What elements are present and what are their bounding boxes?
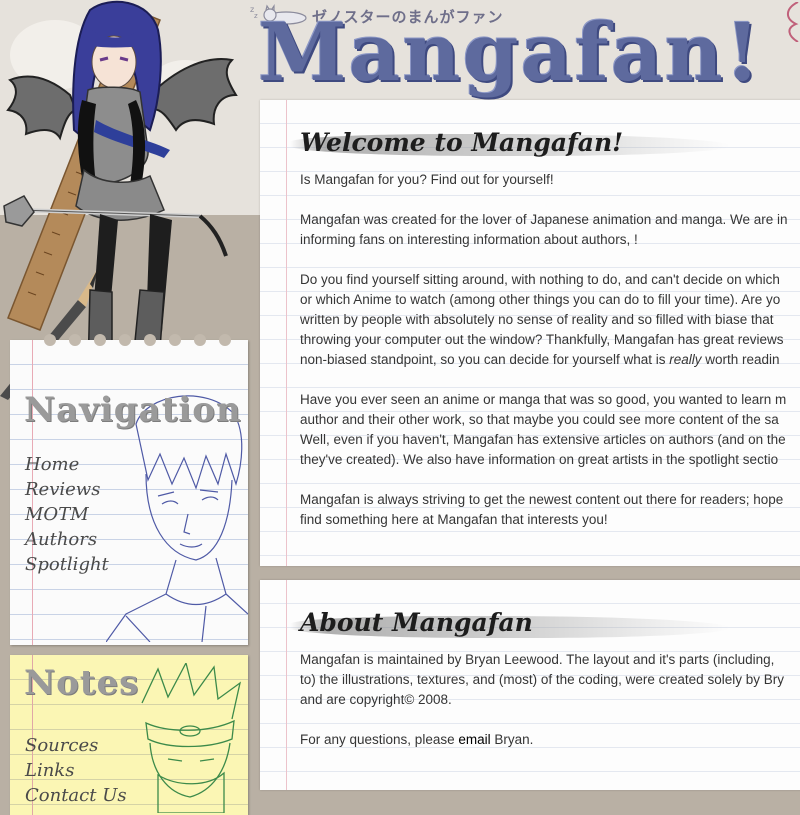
welcome-heading: Welcome to Mangafan!: [300, 128, 624, 157]
nav-link-motm[interactable]: MOTM: [25, 502, 109, 527]
notes-list: Sources Links Contact Us: [25, 733, 127, 808]
site-logo[interactable]: Mangafan!: [258, 12, 762, 92]
notes-link-links[interactable]: Links: [25, 758, 127, 783]
notes-link-sources[interactable]: Sources: [25, 733, 127, 758]
welcome-paragraph-5: Mangafan is always striving to get the n…: [300, 492, 784, 527]
about-panel: About Mangafan Mangafan is maintained by…: [260, 580, 800, 790]
about-paragraph-1: Mangafan is maintained by Bryan Leewood.…: [300, 652, 784, 707]
navigation-heading: Navigation: [24, 390, 242, 430]
welcome-panel: Welcome to Mangafan! Is Mangafan for you…: [260, 100, 800, 566]
about-paragraph-2: For any questions, please email Bryan.: [300, 732, 534, 747]
corner-decoration-icon: [787, 2, 799, 42]
navigation-list: Home Reviews MOTM Authors Spotlight: [25, 452, 109, 577]
welcome-paragraph-4: Have you ever seen an anime or manga tha…: [300, 392, 787, 467]
notes-heading: Notes: [24, 663, 140, 703]
nav-link-reviews[interactable]: Reviews: [25, 477, 109, 502]
ninja-sketch-illustration: [141, 663, 242, 813]
welcome-paragraph-2: Mangafan was created for the lover of Ja…: [300, 212, 788, 247]
navigation-panel: Navigation Home Reviews MOTM Authors Spo…: [10, 334, 248, 645]
about-heading: About Mangafan: [300, 608, 533, 637]
nav-link-spotlight[interactable]: Spotlight: [25, 552, 109, 577]
notes-panel: Notes Sources Links Contact Us: [10, 655, 248, 815]
notes-link-contact-us[interactable]: Contact Us: [25, 783, 127, 808]
spiral-holes: [44, 334, 231, 346]
welcome-paragraph-1: Is Mangafan for you? Find out for yourse…: [300, 172, 554, 187]
email-link[interactable]: email: [458, 732, 490, 747]
nav-link-authors[interactable]: Authors: [25, 527, 109, 552]
nav-link-home[interactable]: Home: [25, 452, 109, 477]
welcome-paragraph-3: Do you find yourself sitting around, wit…: [300, 272, 784, 367]
